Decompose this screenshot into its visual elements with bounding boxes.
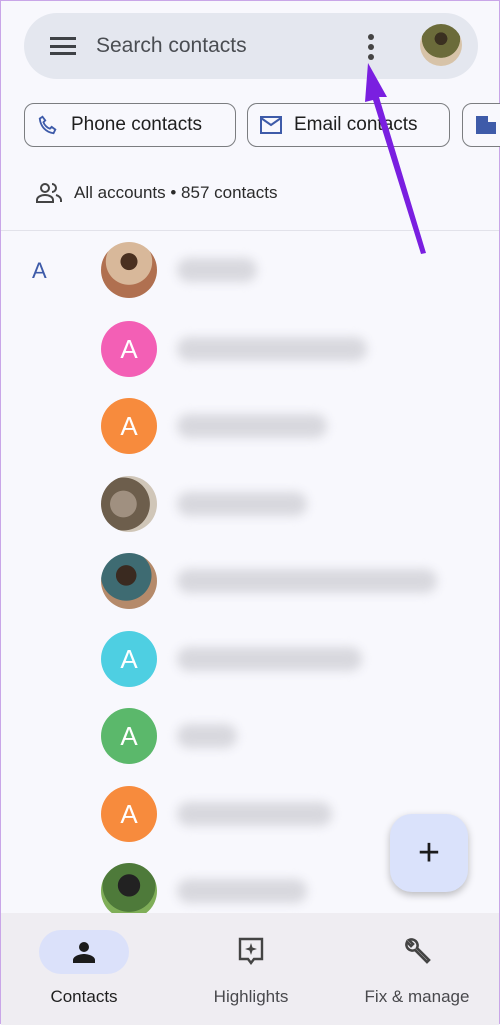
highlights-icon [238,937,264,965]
contact-avatar: A [101,786,157,842]
contact-name-blurred [177,569,437,593]
accounts-summary[interactable]: All accounts • 857 contacts [36,183,277,203]
contact-name-blurred [177,258,257,282]
contact-row[interactable] [101,476,481,532]
chip-label: Phone contacts [71,114,202,135]
contact-row[interactable]: A [101,321,481,377]
email-contacts-chip[interactable]: Email contacts [247,103,450,147]
contact-avatar [101,476,157,532]
person-icon [73,942,95,963]
contact-row[interactable] [101,242,481,298]
contact-row[interactable] [101,553,481,609]
tab-contacts[interactable]: Contacts [1,913,167,1025]
tab-label: Fix & manage [364,987,470,1006]
tab-fix-manage[interactable]: Fix & manage [334,913,500,1025]
contact-name-blurred [177,647,362,671]
contact-row[interactable]: A [101,631,481,687]
email-icon [260,116,282,134]
contact-name-blurred [177,724,237,748]
building-icon [476,116,496,134]
account-avatar[interactable] [420,24,462,66]
contact-name-blurred [177,414,327,438]
tab-highlights[interactable]: Highlights [168,913,334,1025]
wrench-icon [405,938,431,964]
contact-name-blurred [177,492,307,516]
contact-avatar: A [101,398,157,454]
contact-name-blurred [177,879,307,903]
accounts-label: All accounts • 857 contacts [74,183,278,202]
divider [1,230,499,231]
contact-avatar [101,553,157,609]
phone-contacts-chip[interactable]: Phone contacts [24,103,236,147]
phone-icon [38,115,57,135]
tab-label: Contacts [50,987,118,1006]
organization-chip[interactable] [462,103,500,147]
search-input[interactable]: Search contacts [96,34,247,58]
tab-label: Highlights [213,987,289,1006]
contact-name-blurred [177,802,332,826]
contact-name-blurred [177,337,367,361]
contact-row[interactable]: A [101,708,481,764]
contact-avatar: A [101,631,157,687]
people-icon [36,183,62,203]
section-letter: A [32,258,47,283]
contact-avatar: A [101,708,157,764]
plus-icon: + [417,831,441,874]
contact-avatar [101,863,157,919]
more-options-icon[interactable] [367,34,375,60]
menu-icon[interactable] [50,37,76,55]
bottom-nav: Contacts Highlights Fix & manage [1,913,499,1025]
search-bar[interactable]: Search contacts [24,13,478,79]
contact-avatar: A [101,321,157,377]
chip-label: Email contacts [294,114,418,135]
add-contact-button[interactable]: + [390,814,468,892]
contact-row[interactable]: A [101,398,481,454]
contact-avatar [101,242,157,298]
